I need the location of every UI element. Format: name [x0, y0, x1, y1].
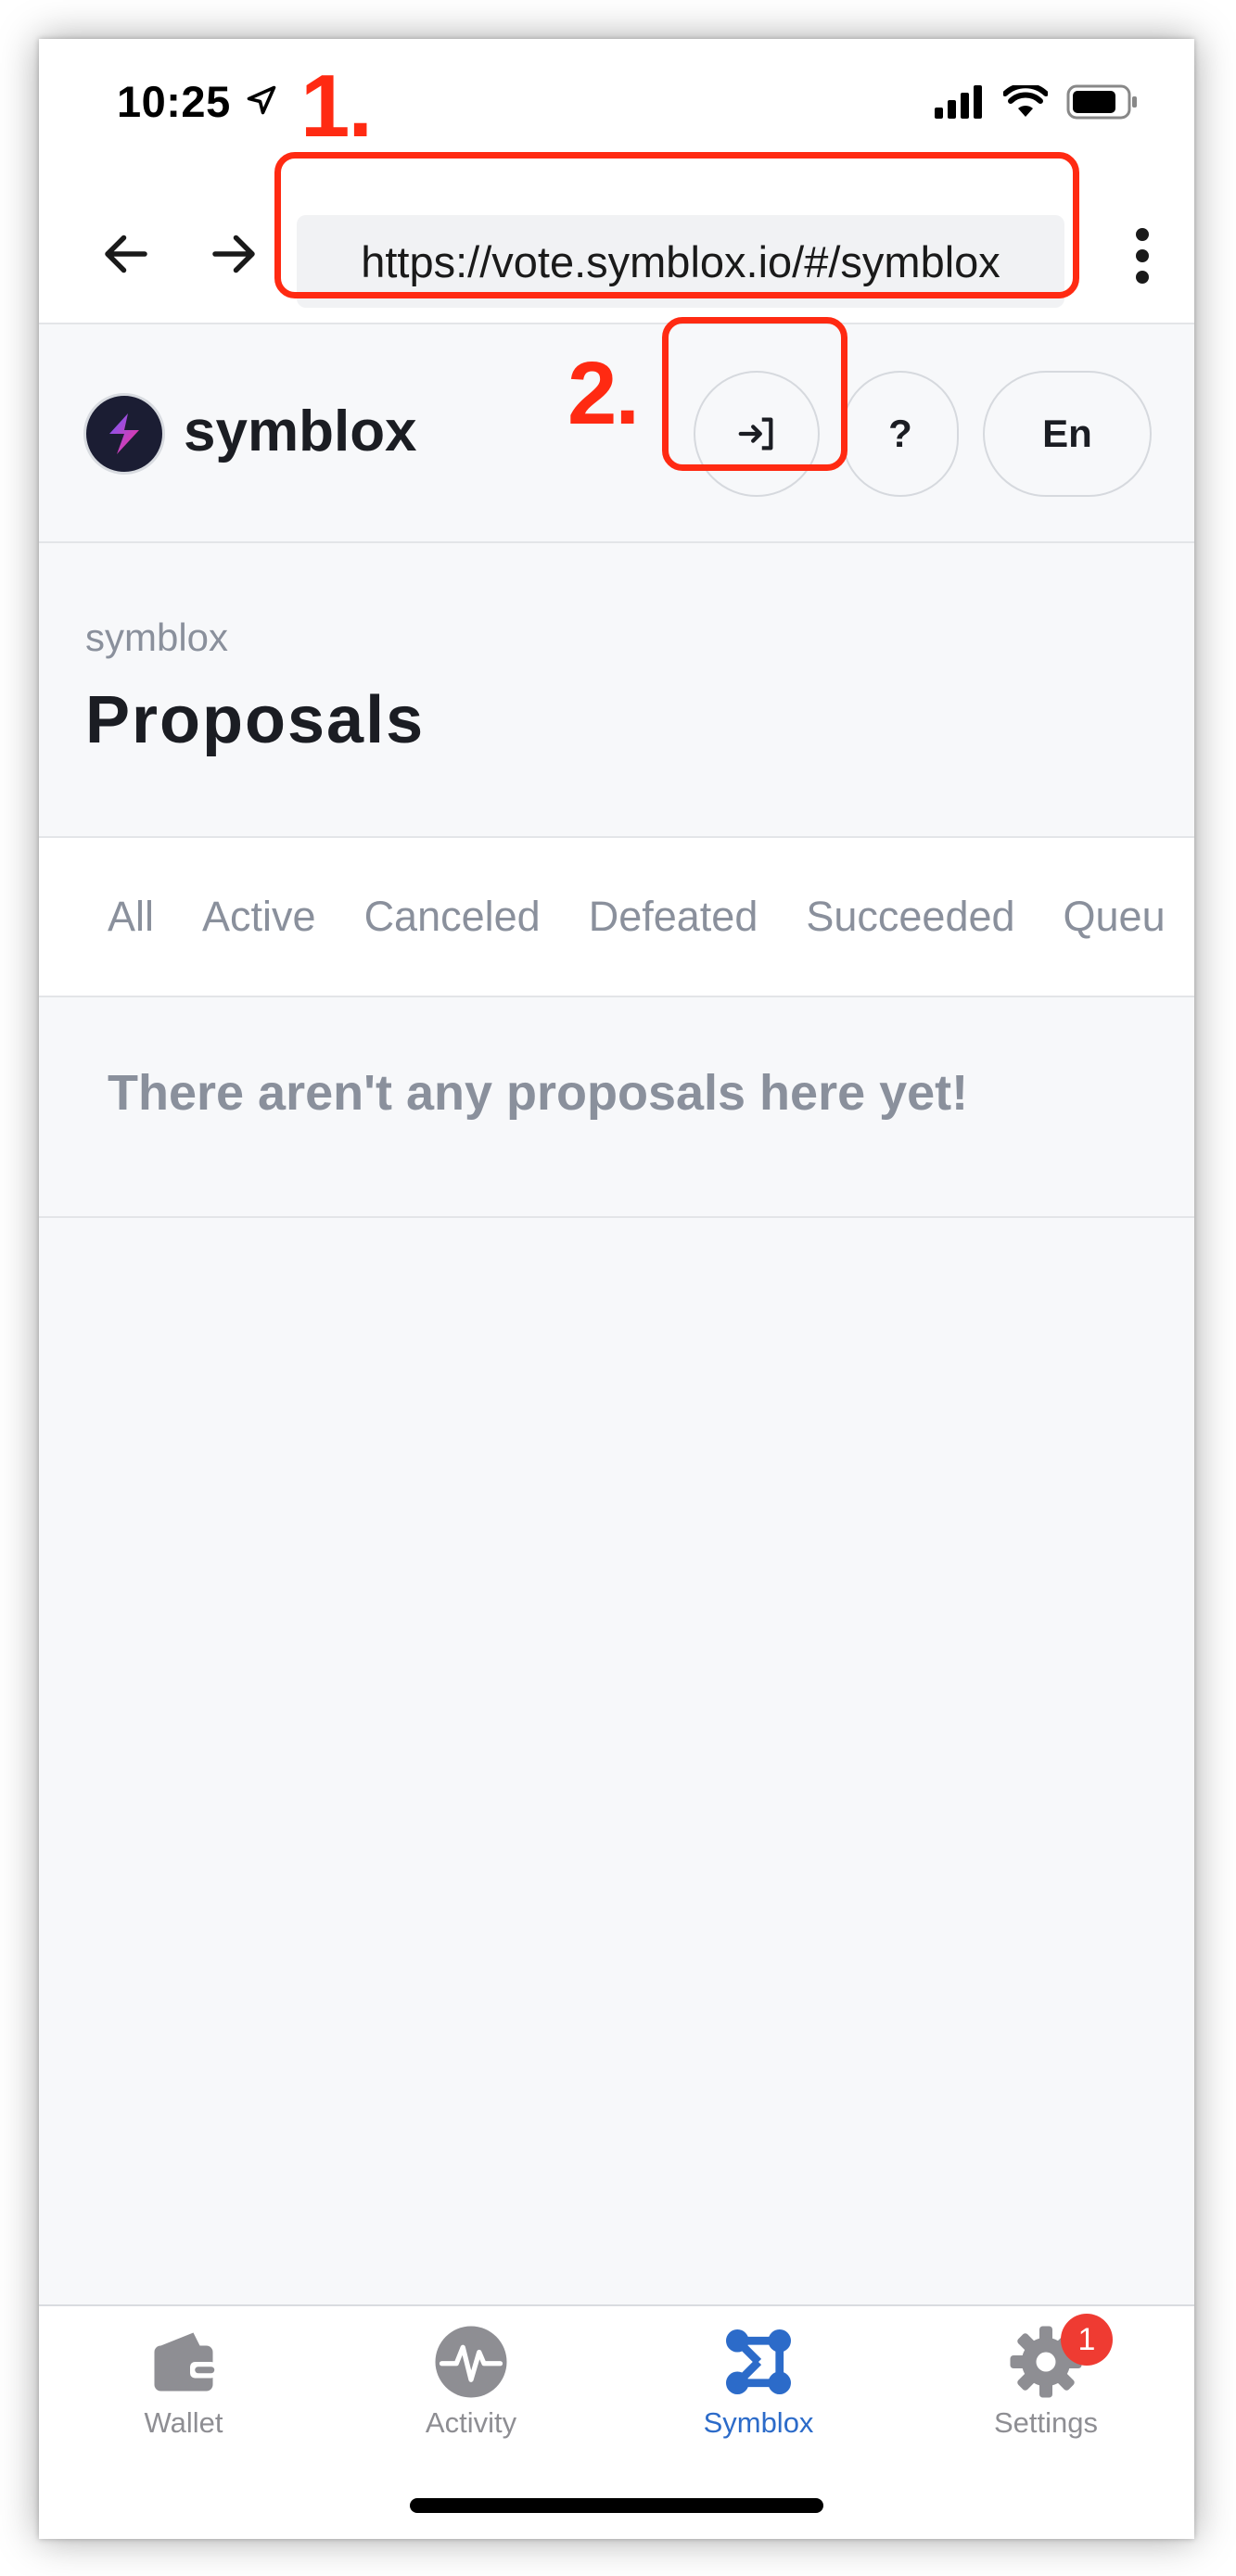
tabbar-wallet[interactable]: Wallet [82, 2323, 286, 2462]
tab-all[interactable]: All [108, 893, 154, 941]
battery-icon [1066, 84, 1137, 120]
settings-icon-wrap: 1 [1007, 2314, 1113, 2401]
annotation-step-1: 1. [300, 57, 373, 156]
status-bar: 10:25 [39, 39, 1194, 169]
annotation-step-2: 2. [567, 344, 640, 443]
status-icons [935, 83, 1139, 121]
breadcrumb[interactable]: symblox [85, 615, 228, 660]
location-arrow-icon [247, 85, 276, 115]
annotation-box-url [274, 152, 1079, 298]
empty-state: There aren't any proposals here yet! [39, 997, 1194, 1218]
tab-active[interactable]: Active [202, 893, 316, 941]
empty-state-message: There aren't any proposals here yet! [108, 1065, 969, 1121]
tab-canceled[interactable]: Canceled [364, 893, 541, 941]
back-arrow-icon[interactable] [98, 226, 154, 282]
tab-queued[interactable]: Queu [1064, 893, 1166, 941]
browser-menu-icon[interactable] [1133, 228, 1152, 284]
proposal-filter-tabs: All Active Canceled Defeated Succeeded Q… [39, 838, 1194, 997]
tabbar-symblox[interactable]: Symblox [656, 2323, 860, 2462]
page-header: symblox Proposals [39, 543, 1194, 838]
notification-badge: 1 [1061, 2314, 1113, 2366]
forward-arrow-icon[interactable] [206, 226, 261, 282]
phone-screen: 10:25 https://vote.symblox.io/#/symblox … [39, 39, 1194, 2539]
tabbar-label: Symblox [703, 2406, 814, 2439]
cellular-signal-icon [935, 85, 982, 119]
wifi-icon [1003, 85, 1048, 117]
tabbar-label: Wallet [144, 2406, 223, 2439]
symblox-logo[interactable] [83, 393, 165, 475]
help-button[interactable]: ? [842, 371, 959, 497]
tabbar-activity[interactable]: Activity [369, 2323, 573, 2462]
wallet-icon [154, 2332, 216, 2392]
tab-succeeded[interactable]: Succeeded [806, 893, 1014, 941]
language-button[interactable]: En [983, 371, 1152, 497]
tabbar-label: Activity [425, 2406, 517, 2439]
brand-name[interactable]: symblox [184, 399, 417, 464]
home-indicator[interactable] [410, 2498, 823, 2513]
annotation-box-sign-in [662, 317, 847, 471]
symblox-logo-mark [109, 413, 139, 454]
status-time: 10:25 [117, 77, 231, 126]
tab-defeated[interactable]: Defeated [589, 893, 758, 941]
page-title: Proposals [85, 683, 426, 757]
tabbar-label: Settings [993, 2406, 1098, 2439]
activity-icon [435, 2326, 507, 2398]
bottom-tab-bar: Wallet Activity Symblox 1 Settings [39, 2304, 1194, 2539]
symblox-icon [726, 2329, 791, 2394]
tabbar-settings[interactable]: 1 Settings [944, 2314, 1148, 2462]
